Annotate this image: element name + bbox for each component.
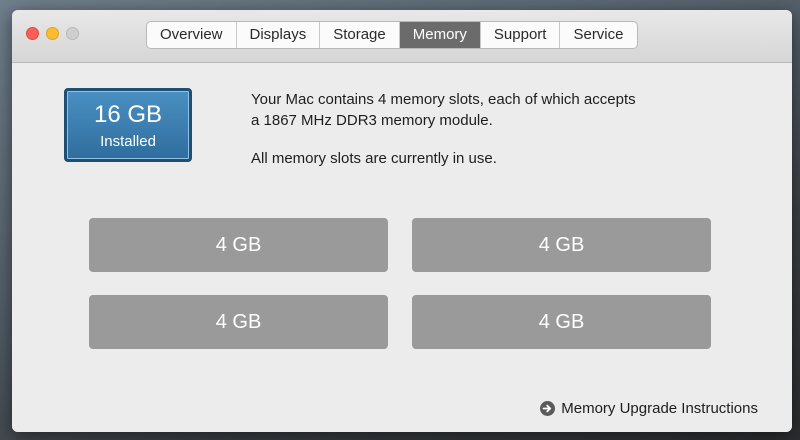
tab-service[interactable]: Service: [560, 22, 636, 48]
tab-storage[interactable]: Storage: [320, 22, 400, 48]
memory-status: All memory slots are currently in use.: [251, 150, 497, 167]
title-bar: Overview Displays Storage Memory Support…: [12, 10, 792, 63]
tab-bar: Overview Displays Storage Memory Support…: [146, 21, 638, 49]
memory-slot-1: 4 GB: [89, 218, 388, 272]
memory-upgrade-link[interactable]: Memory Upgrade Instructions: [540, 398, 758, 418]
tab-displays[interactable]: Displays: [237, 22, 321, 48]
memory-slot-4: 4 GB: [412, 295, 711, 349]
tab-memory[interactable]: Memory: [399, 22, 481, 48]
memory-description-line-1: Your Mac contains 4 memory slots, each o…: [251, 91, 636, 108]
memory-total-badge: 16 GB Installed: [64, 88, 192, 162]
arrow-right-circle-icon: [540, 400, 556, 416]
minimize-button[interactable]: [46, 27, 59, 40]
memory-slot-3: 4 GB: [89, 295, 388, 349]
memory-total-caption: Installed: [100, 133, 156, 150]
zoom-button[interactable]: [66, 27, 79, 40]
memory-panel: 16 GB Installed Your Mac contains 4 memo…: [12, 63, 792, 432]
tab-overview[interactable]: Overview: [147, 22, 237, 48]
about-this-mac-window: Overview Displays Storage Memory Support…: [12, 10, 792, 432]
memory-slot-2: 4 GB: [412, 218, 711, 272]
tab-support[interactable]: Support: [481, 22, 561, 48]
memory-upgrade-label[interactable]: Memory Upgrade Instructions: [561, 400, 758, 417]
close-button[interactable]: [26, 27, 39, 40]
memory-total-value: 16 GB: [93, 101, 163, 128]
memory-description-line-2: a 1867 MHz DDR3 memory module.: [251, 112, 493, 129]
memory-description: Your Mac contains 4 memory slots, each o…: [251, 89, 721, 169]
